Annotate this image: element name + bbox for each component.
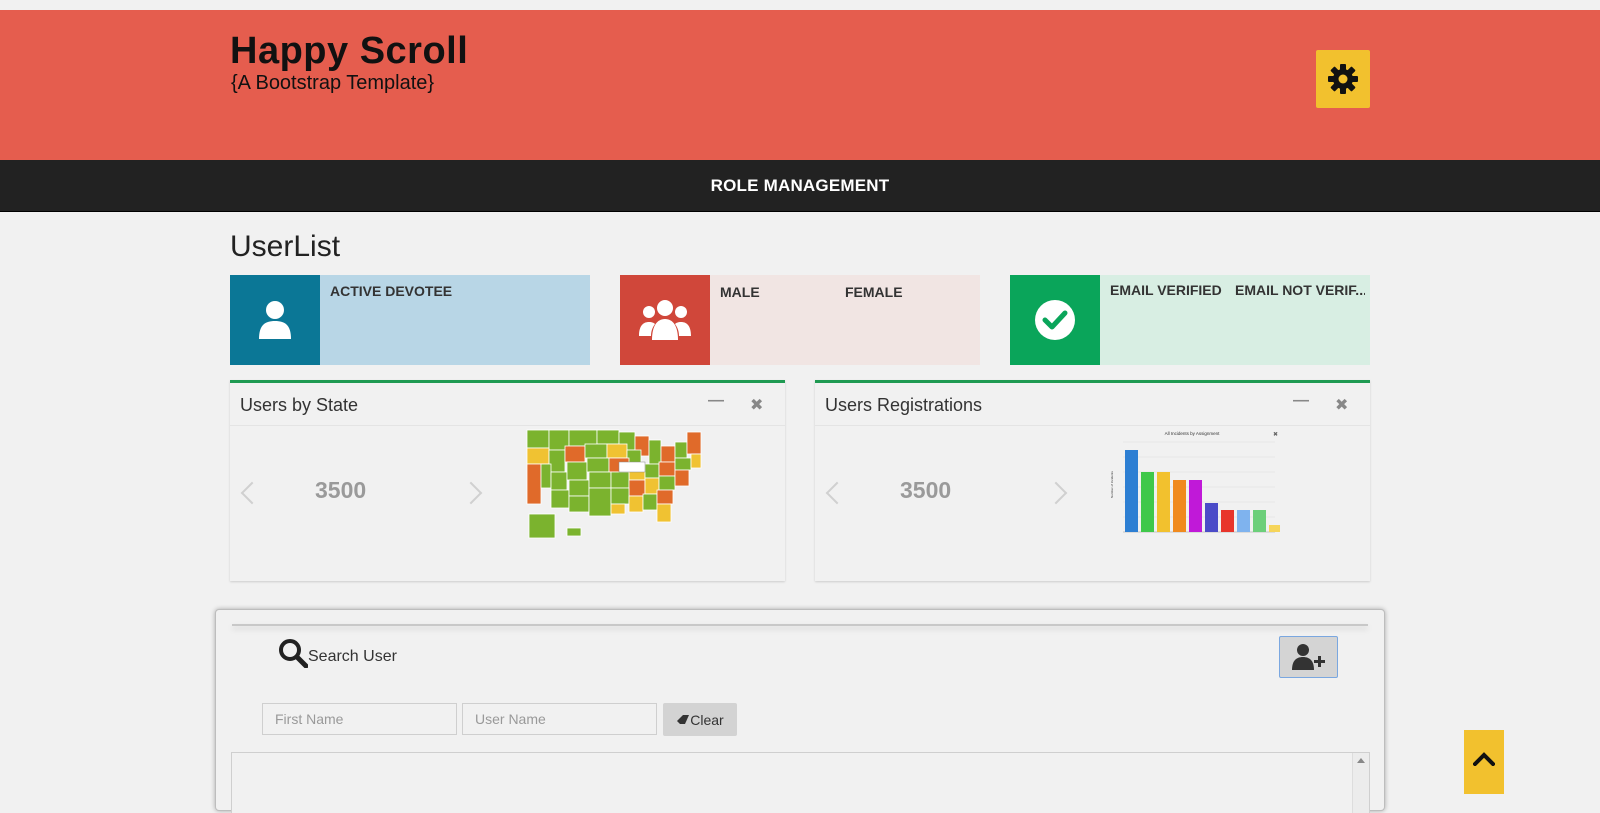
search-user-card: Search User First Name User Name Clear: [215, 609, 1385, 813]
panel-users-registrations: Users Registrations — ✖ 3500 All Inciden…: [815, 380, 1370, 581]
results-area: [231, 752, 1370, 813]
stat-label-email-not-verified: EMAIL NOT VERIF...: [1235, 282, 1365, 298]
stat-body: EMAIL VERIFIED EMAIL NOT VERIF...: [1100, 275, 1370, 365]
search-title: Search User: [308, 648, 397, 665]
chevron-up-icon: [1473, 752, 1495, 766]
minimize-icon[interactable]: —: [1293, 392, 1309, 410]
scrollbar[interactable]: [1352, 753, 1369, 813]
stat-box-active-devotee: ACTIVE DEVOTEE: [230, 275, 590, 365]
stat-box-gender: MALE FEMALE: [620, 275, 980, 365]
panel-value: 3500: [900, 477, 952, 503]
svg-text:Number of Incidents: Number of Incidents: [1110, 471, 1114, 498]
clear-button[interactable]: Clear: [663, 703, 737, 736]
panel-header: Users Registrations — ✖: [815, 383, 1370, 426]
bar-chart-thumbnail: All Incidents by Assignment ✖ Number of …: [1110, 431, 1280, 533]
stat-box-email: EMAIL VERIFIED EMAIL NOT VERIF...: [1010, 275, 1370, 365]
panel-title: Users Registrations: [825, 395, 983, 415]
svg-text:✖: ✖: [1273, 431, 1278, 438]
nav-item-role-management[interactable]: ROLE MANAGEMENT: [0, 176, 1600, 196]
close-icon[interactable]: ✖: [750, 395, 763, 415]
brand-title[interactable]: Happy Scroll: [230, 30, 468, 73]
check-circle-icon: [1035, 300, 1075, 340]
divider: [232, 624, 1368, 626]
main-navbar: ROLE MANAGEMENT: [0, 160, 1600, 212]
eraser-icon: [677, 714, 690, 724]
stat-body: ACTIVE DEVOTEE: [320, 275, 590, 365]
scroll-up-arrow-icon: [1357, 758, 1365, 763]
add-user-icon: [1291, 644, 1325, 670]
panel-users-by-state: Users by State — ✖ 3500: [230, 380, 785, 581]
close-icon[interactable]: ✖: [1335, 395, 1348, 415]
users-group-icon: [639, 300, 691, 340]
search-icon: [279, 639, 308, 668]
carousel-next-icon[interactable]: [1044, 481, 1068, 505]
stat-label-female: FEMALE: [845, 284, 903, 300]
stat-icon-tile: [230, 275, 320, 365]
panel-header: Users by State — ✖: [230, 383, 785, 426]
gear-icon: [1328, 64, 1358, 94]
carousel-prev-icon[interactable]: [240, 481, 264, 505]
clear-label: Clear: [690, 711, 724, 728]
header-banner: Happy Scroll {A Bootstrap Template}: [0, 10, 1600, 160]
top-strip: [0, 0, 1600, 10]
stat-icon-tile: [620, 275, 710, 365]
stat-body: MALE FEMALE: [710, 275, 980, 365]
stat-label-male: MALE: [720, 284, 760, 300]
panel-value: 3500: [315, 477, 367, 503]
carousel-prev-icon[interactable]: [825, 481, 849, 505]
add-user-button[interactable]: [1279, 636, 1338, 678]
stat-label-email-verified: EMAIL VERIFIED: [1110, 282, 1222, 298]
panel-title: Users by State: [240, 395, 359, 415]
minimize-icon[interactable]: —: [708, 392, 724, 410]
back-to-top-button[interactable]: [1464, 730, 1504, 794]
settings-button[interactable]: [1316, 50, 1370, 108]
first-name-input[interactable]: First Name: [262, 703, 457, 735]
us-map-image: [526, 429, 702, 539]
stat-icon-tile: [1010, 275, 1100, 365]
user-name-input[interactable]: User Name: [462, 703, 657, 735]
stat-label-active-devotee: ACTIVE DEVOTEE: [330, 283, 453, 299]
chart-thumbnail-title: All Incidents by Assignment: [1165, 431, 1221, 436]
brand-subtitle: {A Bootstrap Template}: [231, 72, 435, 94]
carousel-next-icon[interactable]: [459, 481, 483, 505]
page-title: UserList: [230, 230, 341, 263]
user-icon: [259, 301, 291, 339]
